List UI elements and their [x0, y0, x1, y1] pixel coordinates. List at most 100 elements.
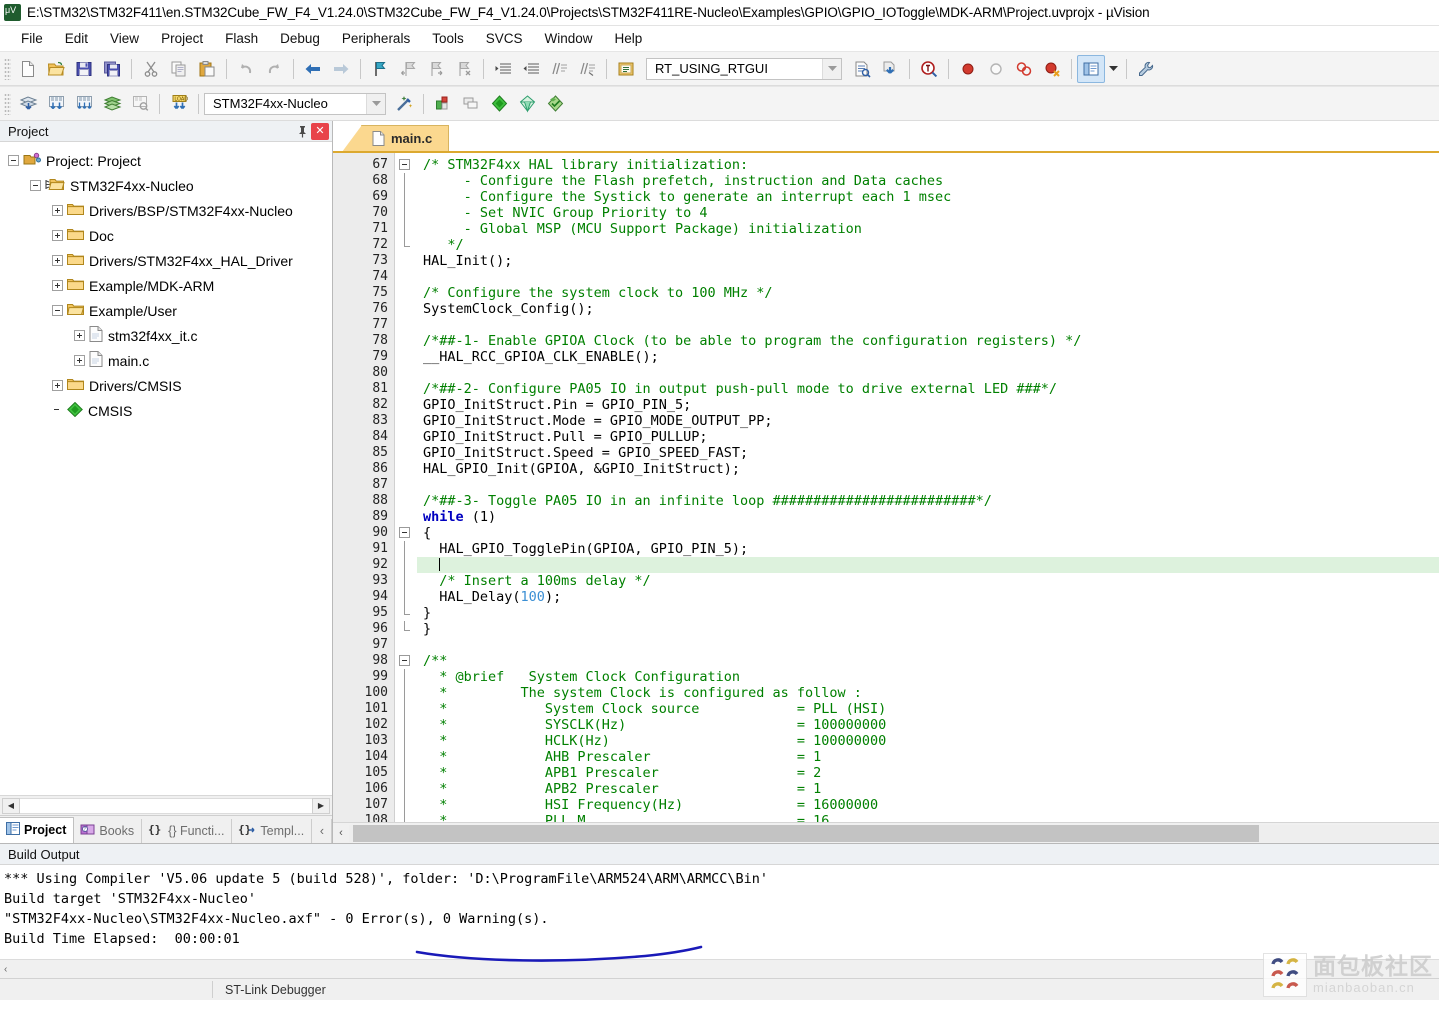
panel-tab-templ[interactable]: {} Templ... [232, 819, 313, 843]
code-line[interactable] [417, 557, 1439, 573]
scroll-track[interactable] [20, 797, 312, 814]
scroll-thumb[interactable] [353, 824, 1259, 842]
code-folding-column[interactable] [395, 153, 417, 822]
code-line[interactable]: SystemClock_Config(); [417, 301, 1439, 317]
tree-item[interactable]: Project: Project [8, 148, 332, 173]
tree-item[interactable]: stm32f4xx_it.c [8, 323, 332, 348]
disable-breakpoint-button[interactable] [982, 55, 1010, 83]
code-line[interactable] [417, 317, 1439, 333]
code-line[interactable]: * System Clock source = PLL (HSI) [417, 701, 1439, 717]
code-line[interactable]: * PLL_M = 16 [417, 813, 1439, 822]
panel-tabs-overflow-button[interactable]: ‹ [314, 819, 332, 843]
menu-item-window[interactable]: Window [533, 29, 603, 48]
scroll-right-button[interactable]: ▶ [312, 797, 330, 814]
target-select[interactable]: STM32F4xx-Nucleo [204, 92, 386, 115]
pin-icon[interactable] [293, 123, 311, 140]
select-software-packs-button[interactable] [541, 90, 569, 118]
show-disassembly-button[interactable] [848, 55, 876, 83]
code-line[interactable] [417, 365, 1439, 381]
tree-item[interactable]: main.c [8, 348, 332, 373]
save-all-button[interactable] [98, 55, 126, 83]
tree-item[interactable]: CMSIS [8, 398, 332, 423]
navigate-back-button[interactable] [299, 55, 327, 83]
outdent-button[interactable] [517, 55, 545, 83]
code-line[interactable]: /** [417, 653, 1439, 669]
collapse-icon[interactable] [8, 155, 19, 166]
manage-project-items-button[interactable] [429, 90, 457, 118]
expand-icon[interactable] [52, 230, 63, 241]
menu-item-help[interactable]: Help [604, 29, 654, 48]
menu-item-tools[interactable]: Tools [421, 29, 475, 48]
collapse-icon[interactable] [30, 180, 41, 191]
configure-toolbar-button[interactable] [1132, 55, 1160, 83]
indent-button[interactable] [489, 55, 517, 83]
expand-icon[interactable] [74, 330, 85, 341]
code-line[interactable]: HAL_Delay(100); [417, 589, 1439, 605]
disable-all-breakpoints-button[interactable] [1010, 55, 1038, 83]
panel-tab-project[interactable]: Project [0, 817, 75, 843]
code-line[interactable]: GPIO_InitStruct.Mode = GPIO_MODE_OUTPUT_… [417, 413, 1439, 429]
code-line[interactable]: } [417, 621, 1439, 637]
tab-main-c[interactable]: main.c [341, 125, 450, 152]
code-line[interactable]: * APB1 Prescaler = 2 [417, 765, 1439, 781]
code-line[interactable]: HAL_GPIO_Init(GPIOA, &GPIO_InitStruct); [417, 461, 1439, 477]
open-file-button[interactable] [42, 55, 70, 83]
project-tree[interactable]: Project: Project STM32F4xx-Nucleo Drivers/… [0, 142, 332, 795]
download-to-flash-button[interactable] [876, 55, 904, 83]
insert-bookmark-button[interactable] [366, 55, 394, 83]
code-line[interactable]: HAL_GPIO_TogglePin(GPIOA, GPIO_PIN_5); [417, 541, 1439, 557]
redo-button[interactable] [260, 55, 288, 83]
previous-bookmark-button[interactable] [394, 55, 422, 83]
expand-icon[interactable] [74, 355, 85, 366]
expand-icon[interactable] [52, 380, 63, 391]
menu-item-debug[interactable]: Debug [269, 29, 331, 48]
cut-button[interactable] [137, 55, 165, 83]
code-line[interactable]: /*##-3- Toggle PA05 IO in an infinite lo… [417, 493, 1439, 509]
configuration-wizard-button[interactable] [612, 55, 640, 83]
kill-all-breakpoints-button[interactable] [1038, 55, 1066, 83]
stop-build-button[interactable] [126, 90, 154, 118]
copy-button[interactable] [165, 55, 193, 83]
close-icon[interactable]: ✕ [311, 122, 329, 140]
tree-item[interactable]: Drivers/CMSIS [8, 373, 332, 398]
manage-run-time-button[interactable] [513, 90, 541, 118]
fold-collapse-icon[interactable] [399, 159, 410, 170]
scroll-left-button[interactable]: ‹ [333, 827, 349, 839]
code-line[interactable]: - Configure the Systick to generate an i… [417, 189, 1439, 205]
insert-breakpoint-button[interactable] [954, 55, 982, 83]
fold-marker[interactable] [395, 525, 417, 541]
code-text-area[interactable]: /* STM32F4xx HAL library initialization:… [417, 153, 1439, 822]
define-combo[interactable]: RT_USING_RTGUI [646, 57, 842, 80]
code-line[interactable]: HAL_Init(); [417, 253, 1439, 269]
code-line[interactable]: * AHB Prescaler = 1 [417, 749, 1439, 765]
build-output-body[interactable]: *** Using Compiler 'V5.06 update 5 (buil… [0, 865, 1439, 962]
paste-button[interactable] [193, 55, 221, 83]
menu-item-view[interactable]: View [99, 29, 150, 48]
tree-item[interactable]: Doc [8, 223, 332, 248]
tree-item[interactable]: Example/User [8, 298, 332, 323]
code-line[interactable]: /* STM32F4xx HAL library initialization: [417, 157, 1439, 173]
target-select-arrow[interactable] [366, 93, 385, 114]
scroll-track[interactable] [349, 824, 1439, 842]
toolbar-grip[interactable] [4, 92, 11, 115]
define-combo-arrow[interactable] [822, 58, 841, 79]
batch-build-button[interactable] [98, 90, 126, 118]
layout-dropdown-arrow[interactable] [1105, 55, 1121, 83]
code-line[interactable]: while (1) [417, 509, 1439, 525]
menu-item-svcs[interactable]: SVCS [475, 29, 534, 48]
toolbar-grip[interactable] [4, 57, 11, 80]
tree-item[interactable]: STM32F4xx-Nucleo [8, 173, 332, 198]
menu-item-flash[interactable]: Flash [214, 29, 269, 48]
start-debug-session-button[interactable] [915, 55, 943, 83]
fold-collapse-icon[interactable] [399, 655, 410, 666]
expand-icon[interactable] [52, 255, 63, 266]
code-line[interactable]: __HAL_RCC_GPIOA_CLK_ENABLE(); [417, 349, 1439, 365]
code-line[interactable]: /*##-2- Configure PA05 IO in output push… [417, 381, 1439, 397]
code-line[interactable]: } [417, 605, 1439, 621]
tree-item[interactable]: Drivers/BSP/STM32F4xx-Nucleo [8, 198, 332, 223]
save-button[interactable] [70, 55, 98, 83]
fold-marker[interactable] [395, 653, 417, 669]
translate-file-button[interactable] [14, 90, 42, 118]
code-line[interactable]: * HSI Frequency(Hz) = 16000000 [417, 797, 1439, 813]
fold-collapse-icon[interactable] [399, 527, 410, 538]
